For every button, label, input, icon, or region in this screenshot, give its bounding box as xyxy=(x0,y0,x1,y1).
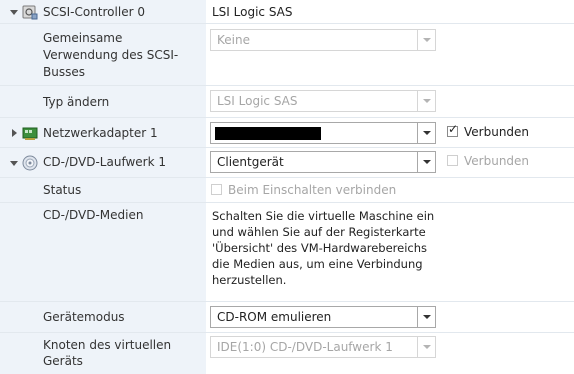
status-label: Status xyxy=(43,183,82,197)
device-mode-select-value: CD-ROM emulieren xyxy=(217,310,332,324)
chevron-down-icon[interactable] xyxy=(417,307,435,327)
network-adapter-icon xyxy=(22,125,38,141)
cd-dvd-drive-row: CD-/DVD-Laufwerk 1 Clientgerät Verbunden xyxy=(0,148,574,178)
chevron-down-icon xyxy=(417,337,435,357)
collapse-triangle-icon[interactable] xyxy=(10,159,18,167)
media-description-line-2: und wählen Sie auf der Registerkarte xyxy=(212,225,426,239)
virtual-device-node-label-line-1: Knoten des virtuellen xyxy=(43,338,172,352)
bus-sharing-select-value: Keine xyxy=(217,33,250,47)
media-description-line-1: Schalten Sie die virtuelle Maschine ein xyxy=(212,209,435,223)
network-adapter-select[interactable] xyxy=(210,122,436,144)
device-mode-row: Gerätemodus CD-ROM emulieren xyxy=(0,302,574,333)
bus-sharing-label-line-2: Verwendung des SCSI- xyxy=(43,48,179,62)
virtual-device-node-select-value: IDE(1:0) CD-/DVD-Laufwerk 1 xyxy=(217,340,393,354)
status-row: Status Beim Einschalten verbinden xyxy=(0,178,574,203)
virtual-device-node-select: IDE(1:0) CD-/DVD-Laufwerk 1 xyxy=(210,336,436,358)
scsi-controller-value: LSI Logic SAS xyxy=(212,5,293,19)
device-mode-select[interactable]: CD-ROM emulieren xyxy=(210,306,436,328)
cd-dvd-drive-select-value: Clientgerät xyxy=(217,155,284,169)
redacted-network-name xyxy=(215,127,321,140)
chevron-down-icon[interactable] xyxy=(417,123,435,143)
cd-dvd-drive-icon xyxy=(22,155,38,171)
expand-triangle-icon[interactable] xyxy=(10,129,18,137)
change-type-label: Typ ändern xyxy=(43,95,110,109)
chevron-down-icon[interactable] xyxy=(417,152,435,172)
bus-sharing-row: Gemeinsame Verwendung des SCSI- Busses K… xyxy=(0,24,574,86)
change-type-select-value: LSI Logic SAS xyxy=(217,94,298,108)
checkmark-icon: ✓ xyxy=(448,122,459,136)
bus-sharing-label-line-3: Busses xyxy=(43,65,85,79)
bus-sharing-select: Keine xyxy=(210,29,436,51)
cd-dvd-drive-select[interactable]: Clientgerät xyxy=(210,151,436,173)
change-type-select: LSI Logic SAS xyxy=(210,90,436,112)
cd-dvd-drive-label: CD-/DVD-Laufwerk 1 xyxy=(43,155,166,169)
change-type-row: Typ ändern LSI Logic SAS xyxy=(0,86,574,118)
scsi-controller-label: SCSI-Controller 0 xyxy=(43,5,145,19)
connect-at-power-on-label: Beim Einschalten verbinden xyxy=(228,183,397,197)
media-description-line-5: herzustellen. xyxy=(212,273,287,287)
cd-connected-label: Verbunden xyxy=(464,154,530,168)
network-connected-label: Verbunden xyxy=(464,125,530,139)
chevron-down-icon xyxy=(417,91,435,111)
scsi-controller-icon xyxy=(22,4,38,20)
network-adapter-row: Netzwerkadapter 1 ✓ Verbunden xyxy=(0,118,574,148)
cd-dvd-media-row: CD-/DVD-Medien Schalten Sie die virtuell… xyxy=(0,203,574,302)
connect-at-power-on-checkbox xyxy=(211,184,222,195)
network-adapter-label: Netzwerkadapter 1 xyxy=(43,126,158,140)
network-connected-checkbox[interactable]: ✓ xyxy=(447,122,459,137)
scsi-controller-row: SCSI-Controller 0 LSI Logic SAS xyxy=(0,0,574,24)
media-description-line-3: 'Übersicht' des VM-Hardwarebereichs xyxy=(212,241,428,255)
media-description-line-4: die Medien aus, um eine Verbindung xyxy=(212,257,423,271)
virtual-device-node-row: Knoten des virtuellen Geräts IDE(1:0) CD… xyxy=(0,333,574,374)
chevron-down-icon xyxy=(417,30,435,50)
cd-connected-checkbox xyxy=(447,155,458,166)
virtual-device-node-label-line-2: Geräts xyxy=(43,354,83,368)
cd-dvd-media-label: CD-/DVD-Medien xyxy=(43,208,144,222)
collapse-triangle-icon[interactable] xyxy=(10,8,18,16)
device-mode-label: Gerätemodus xyxy=(43,310,125,324)
bus-sharing-label-line-1: Gemeinsame xyxy=(43,31,123,45)
